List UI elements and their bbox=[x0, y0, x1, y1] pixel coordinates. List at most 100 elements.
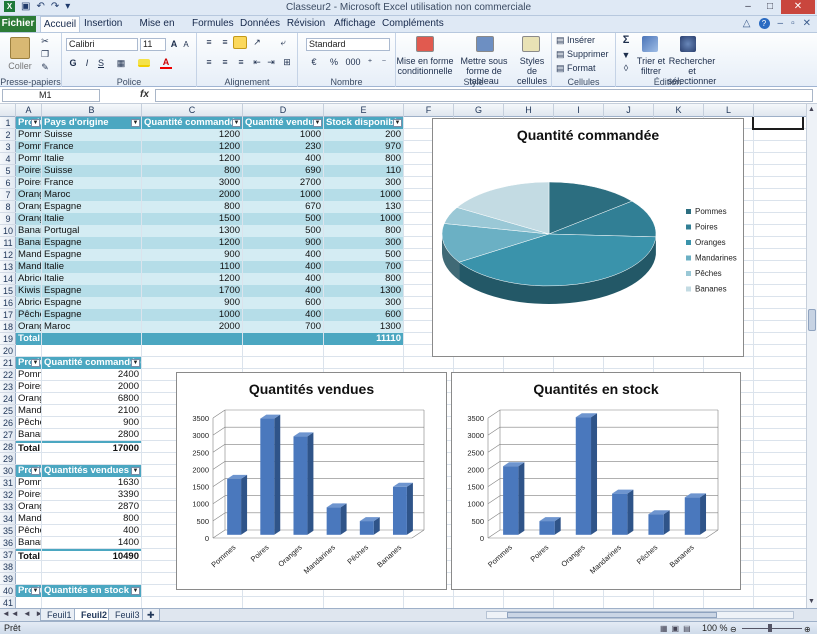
row-header[interactable]: 35 bbox=[0, 525, 16, 537]
table-cell[interactable]: 500 bbox=[324, 249, 403, 261]
sheet-tab-feuil1[interactable]: Feuil1 bbox=[40, 609, 79, 621]
sort-filter-button[interactable]: Trier et filtrer bbox=[634, 56, 668, 76]
filter-dropdown-icon[interactable]: ▼ bbox=[131, 359, 140, 367]
table-cell[interactable]: 1200 bbox=[142, 237, 242, 249]
find-select-icon[interactable] bbox=[680, 36, 696, 52]
pivot-value-cell[interactable]: 2100 bbox=[42, 405, 141, 417]
table-cell[interactable]: Espagne bbox=[42, 201, 141, 213]
column-header-c[interactable]: C bbox=[142, 104, 243, 117]
table-header-cell[interactable]: Produit▼ bbox=[16, 585, 41, 597]
decrease-indent-icon[interactable]: ⇤ bbox=[251, 57, 263, 67]
zoom-slider-thumb[interactable] bbox=[768, 624, 772, 632]
table-cell[interactable]: Maroc bbox=[42, 321, 141, 333]
total-cell[interactable] bbox=[142, 333, 242, 345]
filter-dropdown-icon[interactable]: ▼ bbox=[313, 119, 322, 127]
tab-fichier[interactable]: Fichier bbox=[0, 16, 36, 32]
pivot-value-cell[interactable]: 6800 bbox=[42, 393, 141, 405]
table-cell[interactable]: 110 bbox=[324, 165, 403, 177]
conditional-format-button[interactable]: Mise en forme conditionnelle bbox=[396, 56, 454, 76]
total-label[interactable]: Total bbox=[16, 333, 41, 345]
table-cell[interactable]: Abricots bbox=[16, 297, 41, 309]
table-cell[interactable]: Oranges bbox=[16, 189, 41, 201]
table-cell[interactable]: 690 bbox=[243, 165, 323, 177]
row-header[interactable]: 15 bbox=[0, 285, 16, 297]
table-cell[interactable]: 130 bbox=[324, 201, 403, 213]
table-cell[interactable]: 670 bbox=[243, 201, 323, 213]
table-cell[interactable]: 900 bbox=[142, 297, 242, 309]
merge-center-icon[interactable]: ⊞ bbox=[281, 57, 293, 67]
row-header[interactable]: 7 bbox=[0, 189, 16, 201]
row-header[interactable]: 40 bbox=[0, 585, 16, 597]
table-cell[interactable]: 970 bbox=[324, 141, 403, 153]
table-cell[interactable]: 1000 bbox=[243, 129, 323, 141]
table-cell[interactable]: France bbox=[42, 141, 141, 153]
scroll-thumb[interactable] bbox=[808, 309, 816, 331]
increase-indent-icon[interactable]: ⇥ bbox=[265, 57, 277, 67]
paste-button[interactable]: Coller bbox=[4, 61, 36, 71]
table-cell[interactable]: 400 bbox=[243, 261, 323, 273]
shrink-font-button[interactable]: A bbox=[181, 40, 191, 50]
filter-dropdown-icon[interactable]: ▼ bbox=[131, 587, 140, 595]
pivot-label-cell[interactable]: Pommes bbox=[16, 477, 41, 489]
align-center-icon[interactable]: ≡ bbox=[219, 57, 231, 67]
close-button[interactable]: ✕ bbox=[781, 0, 815, 14]
table-cell[interactable]: 1200 bbox=[142, 273, 242, 285]
new-sheet-icon[interactable]: ✚ bbox=[142, 609, 160, 621]
underline-button[interactable]: S bbox=[96, 58, 106, 68]
bar-chart-stock[interactable]: Quantités en stock 050010001500200025003… bbox=[451, 372, 741, 590]
row-header[interactable]: 11 bbox=[0, 237, 16, 249]
table-header-cell[interactable]: Quantités en stock▼ bbox=[42, 585, 141, 597]
cut-icon[interactable]: ✂ bbox=[38, 36, 52, 46]
pivot-label-cell[interactable]: Oranges bbox=[16, 501, 41, 513]
table-cell[interactable]: Oranges bbox=[16, 321, 41, 333]
maximize-button[interactable]: □ bbox=[759, 0, 781, 14]
scroll-up-icon[interactable]: ▲ bbox=[808, 106, 816, 114]
tab-insertion[interactable]: Insertion bbox=[84, 16, 120, 32]
column-header-k[interactable]: K bbox=[654, 104, 704, 117]
pivot-value-cell[interactable]: 900 bbox=[42, 417, 141, 429]
pivot-value-cell[interactable]: 1630 bbox=[42, 477, 141, 489]
row-header[interactable]: 16 bbox=[0, 297, 16, 309]
insert-button[interactable]: ▤ Insérer bbox=[556, 35, 612, 45]
zoom-in-icon[interactable]: ⊕ bbox=[804, 624, 811, 636]
table-cell[interactable]: Mandarines bbox=[16, 249, 41, 261]
pivot-total-value[interactable]: 10490 bbox=[42, 549, 141, 561]
row-header[interactable]: 20 bbox=[0, 345, 16, 357]
row-header[interactable]: 34 bbox=[0, 513, 16, 525]
row-header[interactable]: 32 bbox=[0, 489, 16, 501]
table-cell[interactable]: 1200 bbox=[142, 129, 242, 141]
insert-function-button[interactable]: fx bbox=[140, 89, 149, 100]
tab-mise-en-page[interactable]: Mise en page bbox=[130, 16, 184, 32]
table-cell[interactable]: Bananes bbox=[16, 225, 41, 237]
clear-icon[interactable]: ◊ bbox=[620, 63, 632, 73]
row-header[interactable]: 29 bbox=[0, 453, 16, 465]
pivot-value-cell[interactable]: 2800 bbox=[42, 429, 141, 441]
table-cell[interactable]: 1000 bbox=[142, 309, 242, 321]
table-cell[interactable]: Abricots bbox=[16, 273, 41, 285]
column-header-g[interactable]: G bbox=[454, 104, 504, 117]
table-cell[interactable]: Espagne bbox=[42, 297, 141, 309]
align-left-icon[interactable]: ≡ bbox=[203, 57, 215, 67]
table-cell[interactable]: Maroc bbox=[42, 189, 141, 201]
format-painter-icon[interactable]: ✎ bbox=[38, 62, 52, 72]
tab-accueil[interactable]: Accueil bbox=[40, 16, 80, 33]
pivot-value-cell[interactable]: 2870 bbox=[42, 501, 141, 513]
table-cell[interactable]: 2700 bbox=[243, 177, 323, 189]
table-cell[interactable]: 600 bbox=[243, 297, 323, 309]
table-cell[interactable]: 200 bbox=[324, 129, 403, 141]
row-header[interactable]: 13 bbox=[0, 261, 16, 273]
row-header[interactable]: 4 bbox=[0, 153, 16, 165]
table-header-cell[interactable]: Produit▼ bbox=[16, 465, 41, 477]
bar-chart-vendues[interactable]: Quantités vendues 0500100015002000250030… bbox=[176, 372, 447, 590]
row-header[interactable]: 38 bbox=[0, 561, 16, 573]
filter-dropdown-icon[interactable]: ▼ bbox=[131, 467, 140, 475]
pivot-label-cell[interactable]: Pêches bbox=[16, 525, 41, 537]
horizontal-scrollbar[interactable] bbox=[486, 611, 794, 619]
table-cell[interactable]: 400 bbox=[243, 153, 323, 165]
table-header-cell[interactable]: Quantité vendue▼ bbox=[243, 117, 323, 129]
row-header[interactable]: 12 bbox=[0, 249, 16, 261]
name-box[interactable]: M1 bbox=[2, 89, 100, 102]
pivot-total-label[interactable]: Total bbox=[16, 549, 41, 561]
zoom-level[interactable]: 100 % bbox=[702, 622, 728, 634]
row-header[interactable]: 9 bbox=[0, 213, 16, 225]
